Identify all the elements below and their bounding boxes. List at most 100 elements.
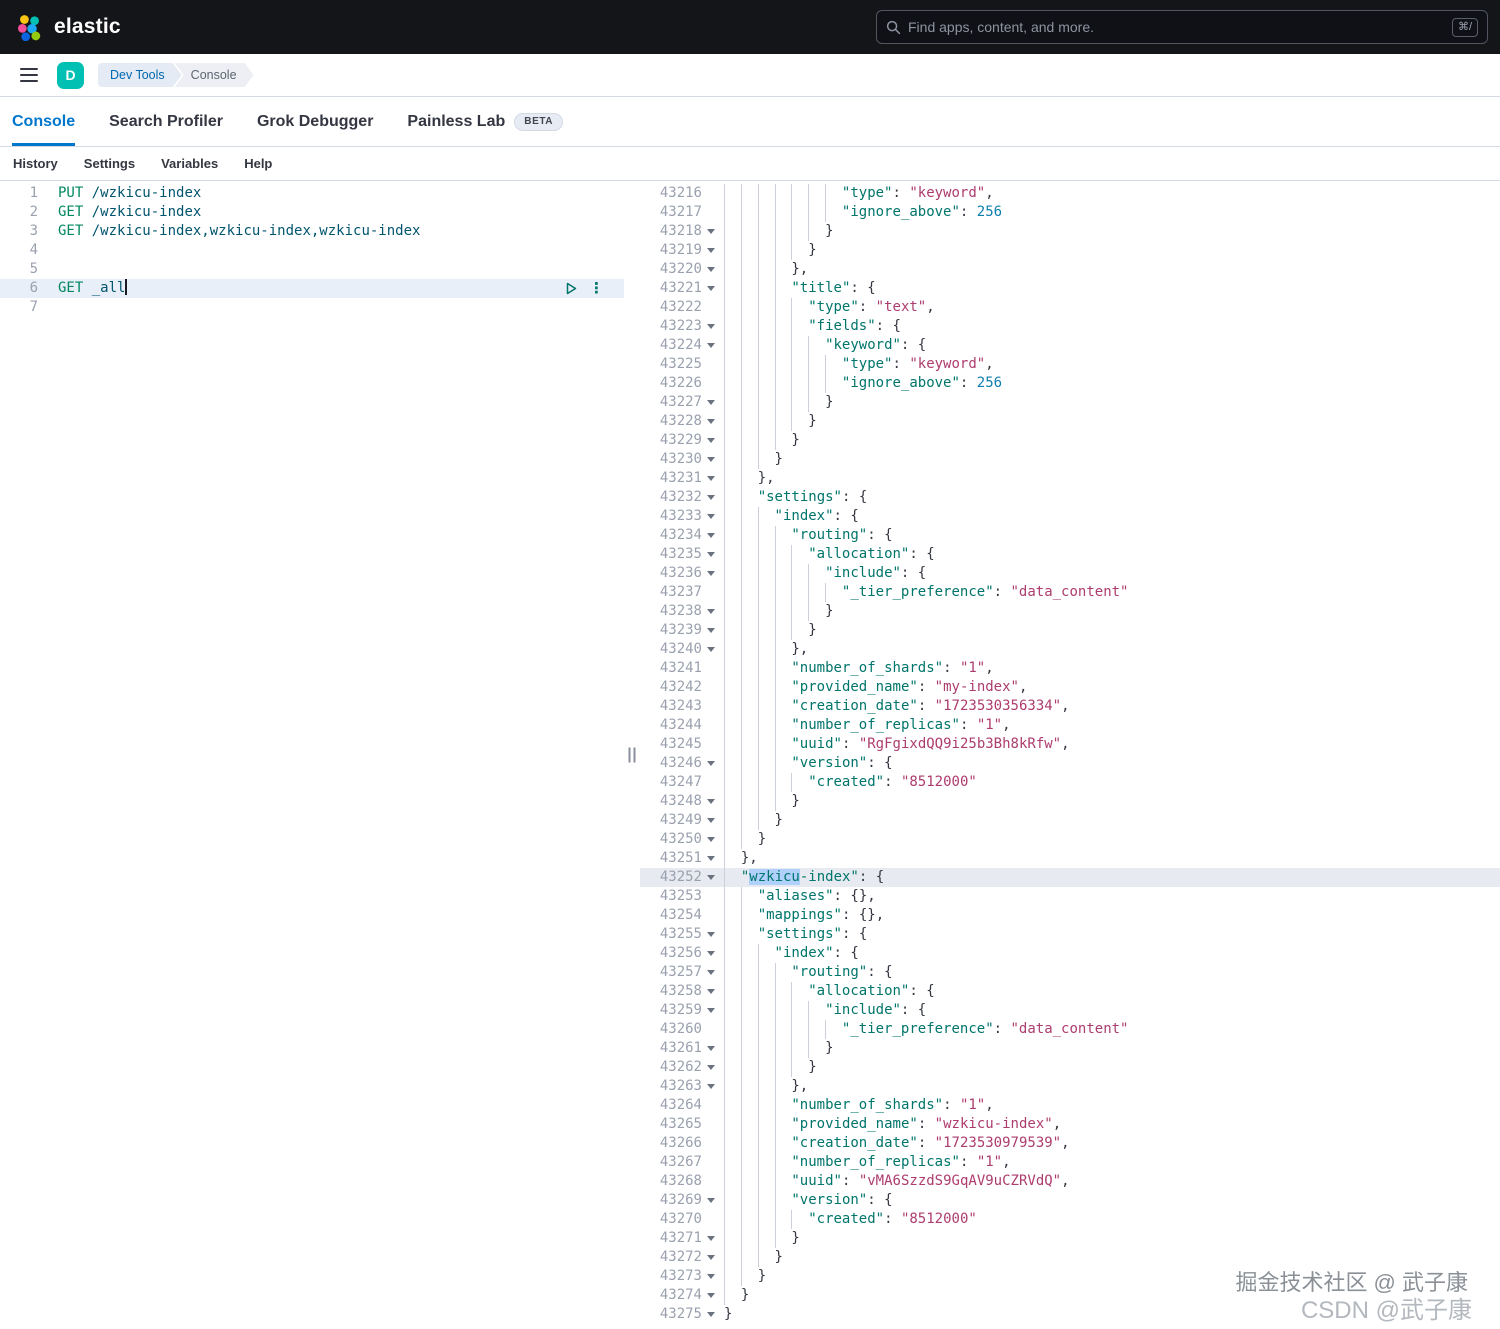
response-line: 43220}, <box>640 260 1500 279</box>
code-text: PUT /wzkicu-index <box>58 185 202 201</box>
elastic-home-link[interactable]: elastic <box>16 14 121 41</box>
fold-toggle-icon[interactable] <box>702 1305 720 1324</box>
fold-toggle-icon[interactable] <box>702 754 720 773</box>
request-editor[interactable]: 1 PUT /wzkicu-index 2 GET /wzkicu-index 3 GET… <box>0 181 624 1329</box>
line-number: 43238 <box>659 603 702 619</box>
code-text: "routing": { <box>720 526 893 545</box>
line-number: 43231 <box>659 470 702 486</box>
fold-toggle-icon[interactable] <box>702 1039 720 1058</box>
request-line[interactable]: 6 GET _all ⋮ <box>0 279 624 298</box>
code-text: "ignore_above": 256 <box>720 203 1002 222</box>
response-line: 43255 "settings": { <box>640 925 1500 944</box>
fold-toggle-icon[interactable] <box>702 488 720 507</box>
search-input[interactable] <box>908 19 1445 35</box>
line-number: 43249 <box>659 812 702 828</box>
line-number: 43243 <box>659 698 702 714</box>
space-avatar[interactable]: D <box>57 61 84 89</box>
response-line: 43222 "type": "text", <box>640 298 1500 317</box>
menu-history[interactable]: History <box>13 156 58 171</box>
response-output[interactable]: 43216 "type": "keyword", 43217 "ignore_abov… <box>640 181 1500 1329</box>
fold-toggle-icon[interactable] <box>702 621 720 640</box>
request-line[interactable]: 1 PUT /wzkicu-index <box>0 184 624 203</box>
breadcrumb-console[interactable]: Console <box>175 63 254 87</box>
fold-toggle-icon[interactable] <box>702 545 720 564</box>
line-number: 43236 <box>659 565 702 581</box>
fold-toggle-icon[interactable] <box>702 640 720 659</box>
line-number: 43232 <box>659 489 702 505</box>
fold-toggle-icon[interactable] <box>702 279 720 298</box>
nav-menu-button[interactable] <box>20 68 38 82</box>
fold-toggle-icon[interactable] <box>702 830 720 849</box>
request-line[interactable]: 3 GET /wzkicu-index,wzkicu-index,wzkicu-i… <box>0 222 624 241</box>
breadcrumb-dev-tools[interactable]: Dev Tools <box>98 63 182 87</box>
fold-toggle-icon[interactable] <box>702 507 720 526</box>
request-line[interactable]: 7 <box>0 298 624 317</box>
request-options-button[interactable]: ⋮ <box>589 281 604 296</box>
tab-console[interactable]: Console <box>12 97 76 146</box>
fold-toggle-icon[interactable] <box>702 1286 720 1305</box>
response-line: 43267 "number_of_replicas": "1", <box>640 1153 1500 1172</box>
fold-toggle-icon[interactable] <box>702 944 720 963</box>
fold-toggle-icon[interactable] <box>702 336 720 355</box>
response-line: 43271} <box>640 1229 1500 1248</box>
send-request-button[interactable] <box>566 282 577 295</box>
line-number: 43216 <box>659 185 702 201</box>
response-line: 43245 "uuid": "RgFgixdQQ9i25b3Bh8kRfw", <box>640 735 1500 754</box>
code-text: "uuid": "vMA6SzzdS9GqAV9uCZRVdQ", <box>720 1172 1070 1191</box>
fold-toggle-icon[interactable] <box>702 1001 720 1020</box>
response-line: 43224 "keyword": { <box>640 336 1500 355</box>
line-number: 43244 <box>659 717 702 733</box>
fold-toggle-icon[interactable] <box>702 431 720 450</box>
tab-painless-lab[interactable]: Painless Lab BETA <box>407 97 564 146</box>
response-line: 43260 "_tier_preference": "data_content" <box>640 1020 1500 1039</box>
fold-toggle-icon[interactable] <box>702 792 720 811</box>
code-text: } <box>720 1267 766 1286</box>
line-number: 43221 <box>659 280 702 296</box>
menu-settings[interactable]: Settings <box>84 156 135 171</box>
global-header: elastic ⌘/ <box>0 0 1500 54</box>
fold-toggle-icon[interactable] <box>702 526 720 545</box>
fold-toggle-icon[interactable] <box>702 469 720 488</box>
fold-toggle-icon[interactable] <box>702 1191 720 1210</box>
fold-toggle-icon[interactable] <box>702 412 720 431</box>
fold-toggle-icon[interactable] <box>702 1248 720 1267</box>
fold-toggle-icon[interactable] <box>702 260 720 279</box>
line-number: 43272 <box>659 1249 702 1265</box>
response-line: 43253 "aliases": {}, <box>640 887 1500 906</box>
response-line: 43216 "type": "keyword", <box>640 184 1500 203</box>
request-line[interactable]: 4 <box>0 241 624 260</box>
fold-toggle-icon[interactable] <box>702 393 720 412</box>
fold-toggle-icon[interactable] <box>702 450 720 469</box>
code-text: }, <box>720 849 758 868</box>
line-number: 43217 <box>659 204 702 220</box>
fold-toggle-icon[interactable] <box>702 1077 720 1096</box>
fold-toggle-icon[interactable] <box>702 811 720 830</box>
global-search[interactable]: ⌘/ <box>876 10 1488 44</box>
fold-toggle-icon[interactable] <box>702 868 720 887</box>
fold-toggle-icon[interactable] <box>702 241 720 260</box>
tab-search-profiler[interactable]: Search Profiler <box>109 97 223 146</box>
fold-toggle-icon[interactable] <box>702 222 720 241</box>
fold-toggle-icon[interactable] <box>702 1058 720 1077</box>
request-line[interactable]: 5 <box>0 260 624 279</box>
request-line[interactable]: 2 GET /wzkicu-index <box>0 203 624 222</box>
response-line: 43244 "number_of_replicas": "1", <box>640 716 1500 735</box>
fold-toggle-icon[interactable] <box>702 1229 720 1248</box>
menu-help[interactable]: Help <box>244 156 272 171</box>
fold-toggle-icon[interactable] <box>702 982 720 1001</box>
fold-toggle-icon[interactable] <box>702 1267 720 1286</box>
fold-toggle-icon[interactable] <box>702 925 720 944</box>
code-text: } <box>720 450 783 469</box>
tab-grok-debugger[interactable]: Grok Debugger <box>257 97 373 146</box>
fold-toggle-icon[interactable] <box>702 317 720 336</box>
panel-splitter[interactable] <box>624 181 640 1329</box>
menu-variables[interactable]: Variables <box>161 156 218 171</box>
response-line: 43228} <box>640 412 1500 431</box>
code-text: } <box>720 792 800 811</box>
fold-toggle-icon[interactable] <box>702 602 720 621</box>
fold-toggle-icon[interactable] <box>702 963 720 982</box>
fold-toggle-icon[interactable] <box>702 564 720 583</box>
fold-toggle-icon[interactable] <box>702 849 720 868</box>
